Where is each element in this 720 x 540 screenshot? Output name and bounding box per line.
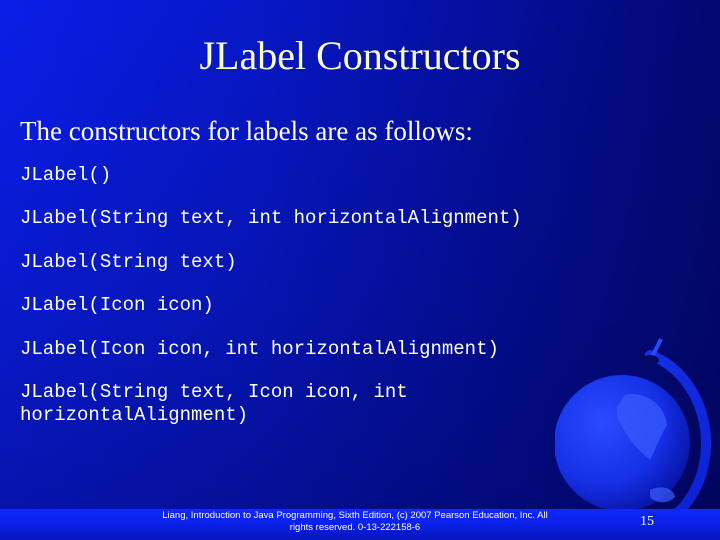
constructor-item: JLabel(String text, int horizontalAlignm… (20, 207, 522, 229)
constructor-item: JLabel(Icon icon) (20, 294, 214, 316)
globe-icon (555, 338, 711, 535)
page-number: 15 (640, 514, 654, 529)
constructor-item: JLabel() (20, 164, 112, 186)
constructor-item: JLabel(String text) (20, 251, 237, 273)
footer-citation-line1: Liang, Introduction to Java Programming,… (162, 510, 548, 521)
constructor-item: JLabel(Icon icon, int horizontalAlignmen… (20, 338, 499, 360)
footer-citation: Liang, Introduction to Java Programming,… (140, 510, 570, 534)
slide-title: JLabel Constructors (199, 33, 521, 78)
footer-citation-line2: rights reserved. 0-13-222158-6 (289, 522, 421, 533)
constructor-item: JLabel(String text, Icon icon, int horiz… (20, 381, 408, 426)
intro-text: The constructors for labels are as follo… (20, 116, 473, 146)
